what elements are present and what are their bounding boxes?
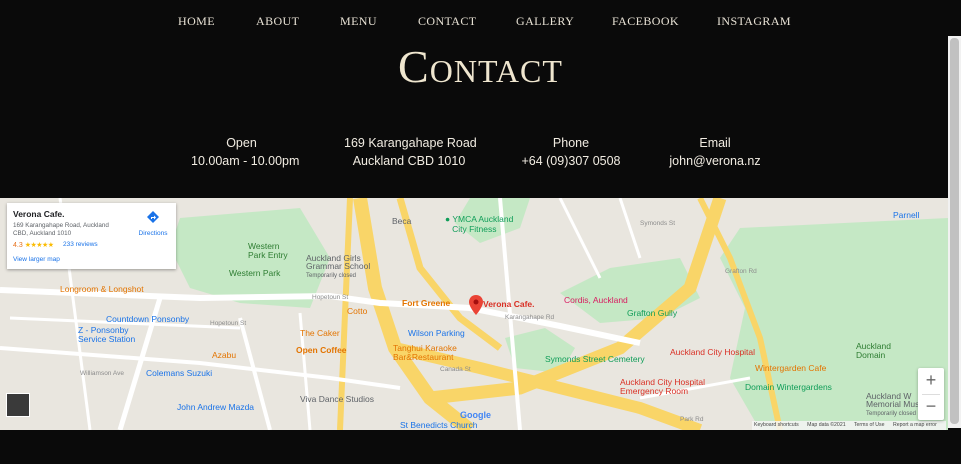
location-pin-icon[interactable] [469, 295, 483, 315]
map-place-cotto[interactable]: Cotto [347, 306, 367, 316]
scrollbar-thumb[interactable] [950, 38, 959, 424]
directions-label: Directions [138, 230, 168, 237]
address-line1: 169 Karangahape Road [344, 136, 477, 150]
google-map[interactable]: Karangahape Rd Hopetoun St Hopetoun St C… [0, 198, 948, 430]
nav-instagram[interactable]: INSTAGRAM [717, 14, 791, 29]
map-place-auckland-domain[interactable]: Auckland Domain [856, 342, 891, 360]
nav-about[interactable]: ABOUT [256, 14, 299, 29]
map-place-countdown[interactable]: Countdown Ponsonby [106, 314, 189, 324]
page-title: Contact [398, 41, 563, 92]
street-label: Williamson Ave [80, 370, 124, 377]
map-place-the-caker[interactable]: The Caker [300, 328, 340, 338]
street-label: Park Rd [680, 416, 704, 423]
nav-gallery[interactable]: GALLERY [516, 14, 574, 29]
map-place-wintergarden-cafe[interactable]: Wintergarden Cafe [755, 363, 826, 373]
email: Email john@verona.nz [668, 134, 762, 170]
map-place-open-coffee[interactable]: Open Coffee [296, 345, 347, 355]
view-larger-map-link[interactable]: View larger map [13, 256, 60, 263]
address-line2: Auckland CBD 1010 [352, 154, 466, 168]
place-rating: 4.3 ★★★★★ [13, 242, 54, 249]
map-place-cordis[interactable]: Cordis, Auckland [564, 295, 628, 305]
map-data-text: Map data ©2021 [807, 422, 846, 428]
open-label: Open [226, 136, 257, 150]
map-place-fort-greene[interactable]: Fort Greene [402, 298, 450, 308]
phone: Phone +64 (09)307 0508 [521, 134, 621, 170]
zoom-out-button[interactable]: − [918, 394, 944, 420]
google-logo: Google [460, 410, 491, 420]
page-scrollbar[interactable] [948, 36, 961, 428]
open-hours: Open 10.00am - 10.00pm [191, 134, 300, 170]
map-place-longroom[interactable]: Longroom & Longshot [60, 284, 144, 294]
street-label: Symonds St [640, 220, 676, 227]
email-value[interactable]: john@verona.nz [668, 152, 762, 170]
place-address: 169 Karangahape Road, Auckland CBD, Auck… [13, 222, 109, 237]
street-label: Grafton Rd [725, 268, 757, 275]
top-nav: HOME ABOUT MENU CONTACT GALLERY FACEBOOK… [0, 0, 961, 44]
phone-value: +64 (09)307 0508 [521, 154, 621, 168]
map-place-z-ponsonby[interactable]: Z - Ponsonby Service Station [78, 326, 135, 344]
street-label: Hopetoun St [210, 320, 247, 327]
map-place-hospital[interactable]: Auckland City Hospital [670, 347, 755, 357]
rating-stars-icon: ★★★★★ [24, 242, 54, 249]
place-name: Verona Cafe. [13, 209, 65, 219]
report-error-link[interactable]: Report a map error [893, 422, 937, 428]
map-attribution: Keyboard shortcuts Map data ©2021 Terms … [752, 421, 946, 430]
terms-link[interactable]: Terms of Use [854, 422, 885, 428]
map-place-emergency[interactable]: Auckland City Hospital Emergency Room [620, 378, 705, 396]
directions-button[interactable]: Directions [137, 210, 169, 237]
street-view-icon[interactable] [6, 393, 30, 417]
map-info-card: Verona Cafe. 169 Karangahape Road, Auckl… [7, 203, 176, 269]
map-place-colemans[interactable]: Colemans Suzuki [146, 368, 212, 378]
directions-icon [147, 211, 159, 223]
map-place-western-park[interactable]: Western Park [229, 268, 280, 278]
reviews-link[interactable]: 233 reviews [63, 241, 98, 248]
email-label: Email [699, 136, 731, 150]
map-place-parnell[interactable]: Parnell [893, 210, 919, 220]
keyboard-shortcuts-link[interactable]: Keyboard shortcuts [754, 422, 799, 428]
map-place-ymca[interactable]: ● YMCA Auckland City Fitness [445, 214, 513, 234]
map-place-john-andrew[interactable]: John Andrew Mazda [177, 402, 254, 412]
map-place-tanghui[interactable]: Tanghui Karaoke Bar&Restaurant [393, 344, 457, 362]
map-place-domain-wintergardens[interactable]: Domain Wintergardens [745, 382, 832, 392]
map-place-grafton-gully[interactable]: Grafton Gully [627, 308, 677, 318]
zoom-in-button[interactable]: + [918, 368, 944, 394]
map-place-viva-dance[interactable]: Viva Dance Studios [300, 394, 374, 404]
street-label: Karangahape Rd [505, 314, 555, 321]
open-value: 10.00am - 10.00pm [191, 154, 300, 168]
map-place-beca[interactable]: Beca [392, 216, 411, 226]
map-place-st-benedicts[interactable]: St Benedicts Church [400, 420, 477, 430]
nav-home[interactable]: HOME [178, 14, 215, 29]
footer-band [0, 430, 961, 464]
map-place-girls-grammar[interactable]: Auckland Girls Grammar School Temporarily … [306, 254, 370, 280]
address: 169 Karangahape Road Auckland CBD 1010 [344, 134, 477, 170]
street-label: Canada St [440, 366, 471, 373]
zoom-controls: + − [918, 368, 944, 420]
nav-facebook[interactable]: FACEBOOK [612, 14, 679, 29]
map-place-verona[interactable]: Verona Cafe. [483, 299, 535, 309]
map-place-symonds-cemetery[interactable]: Symonds Street Cemetery [545, 354, 645, 364]
map-place-wilson-parking[interactable]: Wilson Parking [408, 328, 465, 338]
nav-menu[interactable]: MENU [340, 14, 377, 29]
street-label: Hopetoun St [312, 294, 349, 301]
nav-contact[interactable]: CONTACT [418, 14, 477, 29]
phone-label: Phone [552, 136, 590, 150]
map-place-western-park-entry[interactable]: Western Park Entry [248, 242, 288, 260]
map-place-azabu[interactable]: Azabu [212, 350, 236, 360]
